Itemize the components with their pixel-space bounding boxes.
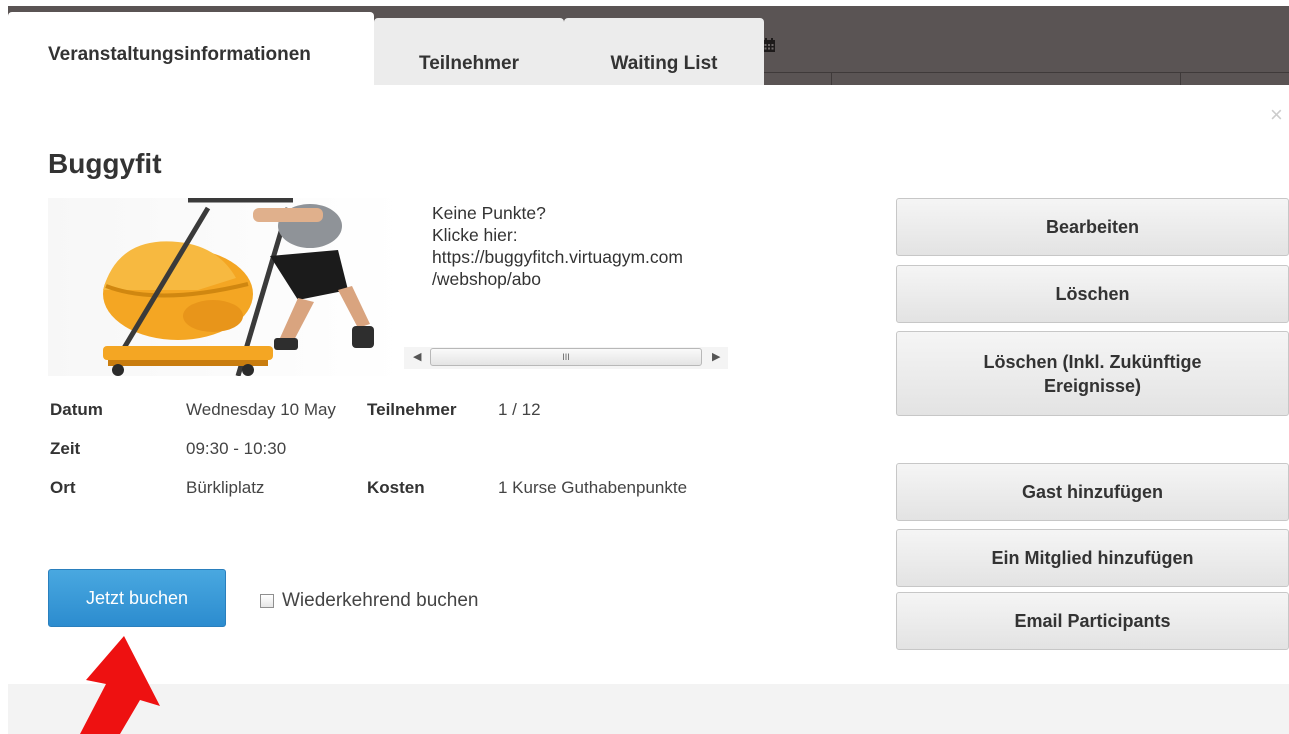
close-icon[interactable]: × (1270, 102, 1283, 128)
modal-footer (8, 684, 1289, 734)
date-value: Wednesday 10 May (186, 400, 336, 419)
add-guest-button[interactable]: Gast hinzufügen (896, 463, 1289, 521)
description-link[interactable]: https://buggyfitch.virtuagym.com (416, 246, 728, 268)
delete-button[interactable]: Löschen (896, 265, 1289, 323)
tab-waiting-list-label: Waiting List (610, 53, 718, 74)
calendar-icon (763, 38, 775, 52)
scroll-right-arrow-icon[interactable]: ▶ (712, 350, 720, 363)
event-title: Buggyfit (48, 148, 162, 179)
calendar-grid-line (763, 72, 1289, 73)
scrollbar-thumb[interactable]: III (430, 348, 702, 366)
scrollbar-grip: III (562, 352, 570, 362)
tab-participants-label: Teilnehmer (419, 53, 519, 74)
participants-value: 1 / 12 (498, 400, 541, 419)
email-participants-button[interactable]: Email Participants (896, 592, 1289, 650)
calendar-grid-divider (1180, 72, 1181, 85)
scroll-left-arrow-icon[interactable]: ◀ (413, 350, 421, 363)
time-label: Zeit (50, 439, 81, 458)
modal-header: Veranstaltungsinformationen Teilnehmer W… (0, 0, 1289, 86)
tab-event-info[interactable]: Veranstaltungsinformationen (8, 12, 374, 86)
tab-participants[interactable]: Teilnehmer (374, 18, 564, 85)
calendar-grid-divider (831, 72, 832, 85)
location-value: Bürkliplatz (186, 478, 265, 497)
cost-value: 1 Kurse Guthabenpunkte (498, 478, 688, 497)
description-link[interactable]: /webshop/abo (416, 268, 728, 290)
tab-waiting-list[interactable]: Waiting List (564, 18, 764, 85)
tab-event-info-label: Veranstaltungsinformationen (48, 44, 311, 65)
description-horizontal-scrollbar[interactable]: ◀ III ▶ (404, 347, 728, 369)
location-label: Ort (50, 478, 76, 497)
time-value: 09:30 - 10:30 (186, 439, 287, 458)
event-image (48, 198, 405, 376)
description-line: Klicke hier: (432, 225, 518, 245)
participants-label: Teilnehmer (367, 400, 457, 419)
delete-future-events-button[interactable]: Löschen (Inkl. Zukünftige Ereignisse) (896, 331, 1289, 416)
recurring-booking-option[interactable]: Wiederkehrend buchen (260, 590, 478, 612)
recurring-checkbox[interactable] (260, 594, 274, 608)
book-now-button[interactable]: Jetzt buchen (48, 569, 226, 627)
date-label: Datum (50, 400, 103, 419)
red-arrow-annotation-icon (80, 636, 160, 734)
add-member-button[interactable]: Ein Mitglied hinzufügen (896, 529, 1289, 587)
buggy-workout-illustration (103, 198, 374, 376)
cost-label: Kosten (367, 478, 425, 497)
description-line: Keine Punkte? (432, 203, 546, 223)
edit-button[interactable]: Bearbeiten (896, 198, 1289, 256)
recurring-label[interactable]: Wiederkehrend buchen (282, 590, 478, 612)
